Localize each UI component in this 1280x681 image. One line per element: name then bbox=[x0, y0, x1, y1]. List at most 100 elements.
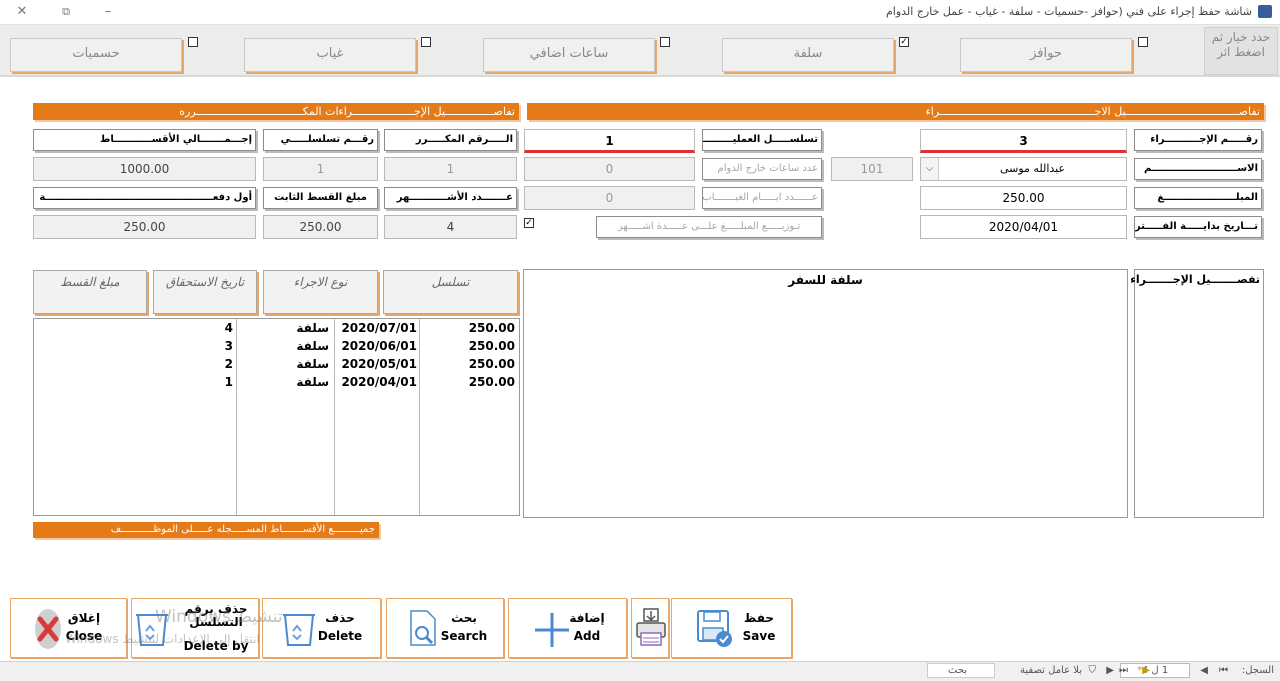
repeated-no-label: الـــــرقم المكـــــرر bbox=[384, 129, 517, 151]
name-combo[interactable]: ⌵ عبدالله موسى bbox=[920, 157, 1127, 181]
add-button[interactable]: إضافة Add bbox=[508, 598, 627, 658]
serial-no-label: رقـــم تسلسلـــــي bbox=[263, 129, 378, 151]
absence-days-field[interactable]: 0 bbox=[524, 186, 695, 210]
table-row[interactable]: 250.00 2020/06/01 سلفة 3 bbox=[34, 337, 519, 355]
first-record-icon[interactable]: ⏮ bbox=[1219, 665, 1228, 676]
repeated-no-field[interactable]: 1 bbox=[384, 157, 517, 181]
restore-window-icon[interactable]: ⧉ bbox=[54, 2, 78, 22]
title-bar: ✕ ⧉ – شاشة حفظ إجراء على فني (حوافز -حسم… bbox=[0, 0, 1280, 25]
new-record-icon[interactable]: ▶* bbox=[1137, 665, 1150, 676]
category-deductions-checkbox[interactable] bbox=[188, 37, 198, 47]
distribute-checkbox[interactable]: ✓ bbox=[524, 218, 534, 228]
search-box[interactable]: بحث bbox=[927, 663, 995, 678]
add-en-label: Add bbox=[573, 629, 601, 643]
first-payment-field[interactable]: 250.00 bbox=[33, 215, 256, 239]
all-installments-link[interactable]: جميـــــــــع الأقســـــــاط المســـــجل… bbox=[33, 522, 379, 538]
add-ar-label: إضافة bbox=[569, 611, 605, 625]
chevron-down-icon[interactable]: ⌵ bbox=[921, 158, 939, 180]
row-type: سلفة bbox=[296, 321, 329, 335]
installments-grid[interactable]: 250.00 2020/07/01 سلفة 4 250.00 2020/06/… bbox=[33, 318, 520, 516]
category-incentives-button[interactable]: حوافز bbox=[960, 38, 1132, 72]
procedure-details-header: تفاصـــــــــــــــــــــــــــــــــــي… bbox=[527, 103, 1264, 120]
window-title: شاشة حفظ إجراء على فني (حوافز -حسميات - … bbox=[885, 5, 1252, 18]
close-window-icon[interactable]: ✕ bbox=[10, 2, 34, 22]
print-button[interactable] bbox=[631, 598, 669, 658]
row-date: 2020/05/01 bbox=[341, 357, 417, 371]
total-installments-label: إجـــمـــــــالي الأقســـــــــــاط bbox=[33, 129, 256, 151]
delete-ar-label: حذف bbox=[325, 611, 355, 625]
proc-detail-box: تفصـــــــيل الإجـــــــراء bbox=[1130, 269, 1264, 518]
floppy-disk-icon bbox=[697, 610, 732, 647]
last-record-icon[interactable]: ⏭ bbox=[1119, 665, 1128, 676]
row-amount: 250.00 bbox=[468, 357, 515, 371]
activation-watermark-title: تنشيط Windows bbox=[155, 607, 283, 627]
grid-header-type[interactable]: نوع الاجراء bbox=[263, 270, 378, 314]
category-overtime-checkbox[interactable] bbox=[660, 37, 670, 47]
grid-header-due-date[interactable]: تاريخ الاستحقاق bbox=[153, 270, 257, 314]
name-combo-value: عبدالله موسى bbox=[999, 162, 1066, 175]
search-button[interactable]: بحث Search bbox=[386, 598, 504, 658]
category-incentives-checkbox[interactable] bbox=[1138, 37, 1148, 47]
table-row[interactable]: 250.00 2020/07/01 سلفة 4 bbox=[34, 319, 519, 337]
amount-label: المبلـــــــــــــــــــــغ bbox=[1134, 187, 1262, 209]
category-advance-button[interactable]: سلفة bbox=[722, 38, 894, 72]
overtime-hours-field[interactable]: 0 bbox=[524, 157, 695, 181]
grid-header-amount[interactable]: مبلغ القسط bbox=[33, 270, 147, 314]
overtime-hours-label: عدد ساعات خارج الدوام bbox=[702, 158, 822, 180]
op-seq-field[interactable]: 1 bbox=[524, 129, 695, 153]
category-advance-checkbox[interactable]: ✓ bbox=[899, 37, 909, 47]
total-installments-field[interactable]: 1000.00 bbox=[33, 157, 256, 181]
row-seq: 2 bbox=[224, 357, 233, 371]
name-code-field: 101 bbox=[831, 157, 913, 181]
row-amount: 250.00 bbox=[468, 339, 515, 353]
app-icon bbox=[1258, 5, 1272, 18]
table-row[interactable]: 250.00 2020/05/01 سلفة 2 bbox=[34, 355, 519, 373]
memo-box[interactable]: سلفة للسفر bbox=[523, 269, 1128, 518]
months-count-field[interactable]: 4 bbox=[384, 215, 517, 239]
category-hint: حدد خيار ثم اضغط اثر bbox=[1204, 27, 1278, 75]
activation-watermark-subtitle: انتقل إلى الإعدادات لتنشيط Windows bbox=[65, 632, 260, 646]
amount-field[interactable]: 250.00 bbox=[920, 186, 1127, 210]
first-payment-label: أول دفعـــــــــــــــــــــــــــــــــ… bbox=[33, 187, 256, 209]
category-absence-button[interactable]: غياب bbox=[244, 38, 416, 72]
distribute-label: تـوزيـــــع المبلـــــغ علـــى عـــــدة … bbox=[596, 216, 822, 238]
filter-status[interactable]: بلا عامل تصفية bbox=[1020, 665, 1082, 676]
repeated-procedures-header: تفاصـــــــــــــــيل الإجــــــــــــــ… bbox=[33, 103, 519, 120]
row-date: 2020/04/01 bbox=[341, 375, 417, 389]
row-type: سلفة bbox=[296, 339, 329, 353]
minimize-window-icon[interactable]: – bbox=[96, 2, 120, 22]
serial-no-field[interactable]: 1 bbox=[263, 157, 378, 181]
prev-record-icon[interactable]: ◀ bbox=[1200, 665, 1208, 676]
search-en-label: Search bbox=[440, 629, 488, 643]
grid-header-seq[interactable]: تسلسل bbox=[383, 270, 518, 314]
table-row[interactable]: 250.00 2020/04/01 سلفة 1 bbox=[34, 373, 519, 391]
period-start-field[interactable]: 2020/04/01 bbox=[920, 215, 1127, 239]
fixed-installment-label: مبلغ القسط الثابت bbox=[263, 187, 378, 209]
row-date: 2020/07/01 bbox=[341, 321, 417, 335]
name-label: الاســـــــــــــــــــــــــم bbox=[1134, 158, 1262, 180]
close-ar-label: إغلاق bbox=[67, 611, 101, 625]
row-seq: 3 bbox=[224, 339, 233, 353]
period-start-label: تـــاريخ بدايـــــة الفـــــترة bbox=[1134, 216, 1262, 238]
row-seq: 1 bbox=[224, 375, 233, 389]
category-absence-checkbox[interactable] bbox=[421, 37, 431, 47]
proc-no-field[interactable]: 3 bbox=[920, 129, 1127, 153]
next-record-icon[interactable]: ▶ bbox=[1106, 665, 1114, 676]
record-counter[interactable]: 1 ل 4 bbox=[1120, 663, 1190, 678]
plus-icon bbox=[535, 613, 569, 647]
proc-no-label: رقـــــم الإجــــــــــراء bbox=[1134, 129, 1262, 151]
fixed-installment-field[interactable]: 250.00 bbox=[263, 215, 378, 239]
memo-text: سلفة للسفر bbox=[788, 273, 863, 287]
search-ar-label: بحث bbox=[451, 611, 477, 625]
category-deductions-button[interactable]: حسميات bbox=[10, 38, 182, 72]
row-amount: 250.00 bbox=[468, 321, 515, 335]
record-label: السجل: bbox=[1241, 665, 1274, 676]
op-seq-label: تسلســـــل العمليـــــــــة bbox=[702, 129, 822, 151]
filter-icon[interactable]: ⛉ bbox=[1089, 665, 1097, 676]
search-icon bbox=[410, 610, 436, 646]
row-type: سلفة bbox=[296, 357, 329, 371]
absence-days-label: عــــــدد ايـــــام الغيـــــــاب bbox=[702, 187, 822, 209]
close-button[interactable]: إغلاق Close bbox=[10, 598, 127, 658]
category-overtime-button[interactable]: ساعات اضافي bbox=[483, 38, 655, 72]
save-button[interactable]: حفظ Save bbox=[671, 598, 792, 658]
